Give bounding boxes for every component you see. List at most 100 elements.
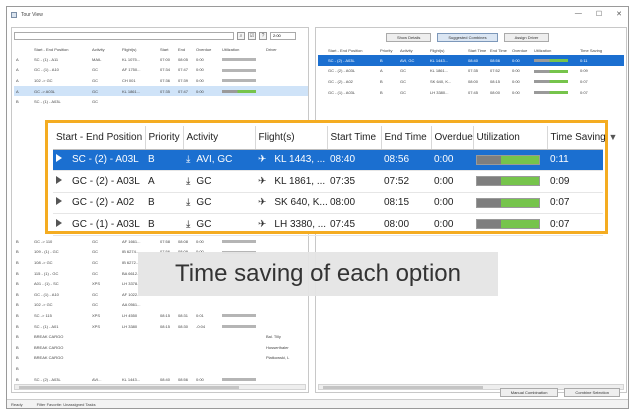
- table-cell: [176, 300, 194, 311]
- right-col-header-4[interactable]: Flight(s): [428, 45, 466, 55]
- zoomed-row[interactable]: GC - (2) - A02 B ⤓ GC ✈ SK 640, K... 08:00 08:1…: [53, 192, 603, 214]
- expand-arrow-icon[interactable]: [56, 218, 62, 227]
- flights-text: LH 3380, ...: [274, 218, 327, 230]
- table-cell: GC: [92, 99, 98, 105]
- header-position[interactable]: Start - End Position: [53, 126, 145, 150]
- table-row[interactable]: B 102 -> GC GC AA 0561...: [14, 300, 308, 311]
- table-row[interactable]: B BREAK CARGO Bal. Tilly: [14, 331, 308, 342]
- scrollbar-thumb[interactable]: [19, 386, 239, 389]
- header-end-time[interactable]: End Time: [380, 126, 431, 150]
- utilization-bar: [534, 69, 568, 73]
- table-row[interactable]: B GC -> 110 GC AF 1661... 07:58 08:08 0:00: [14, 236, 308, 247]
- header-time-saving-label: Time Saving: [550, 131, 606, 143]
- table-cell: [158, 342, 176, 353]
- table-row[interactable]: B SC -> 115 XPS LH 4550 08:15 08:31 0:01: [14, 310, 308, 321]
- table-cell: [532, 87, 578, 98]
- minimize-button[interactable]: —: [575, 10, 582, 18]
- table-cell: AF 1661...: [122, 238, 141, 244]
- table-cell: B: [16, 334, 19, 340]
- right-col-header-6[interactable]: End Time: [488, 45, 510, 55]
- right-col-header-3[interactable]: Activity: [398, 45, 428, 55]
- cell-end-time: 08:00: [381, 213, 431, 236]
- left-col-header-2[interactable]: Activity: [90, 44, 120, 54]
- left-col-header-1[interactable]: Start - End Position: [32, 44, 90, 54]
- left-col-header-6[interactable]: Overdue: [194, 44, 220, 54]
- table-row[interactable]: B SC - (1) - A03L GC: [14, 96, 308, 107]
- maximize-button[interactable]: ☐: [596, 10, 602, 18]
- header-utilization[interactable]: Utilization: [472, 126, 547, 150]
- right-col-header-1[interactable]: Start - End Position: [326, 45, 378, 55]
- time-window-input[interactable]: [270, 31, 296, 40]
- right-col-header-7[interactable]: Overdue: [510, 45, 532, 55]
- header-flights[interactable]: Flight(s): [254, 126, 327, 150]
- header-activity[interactable]: Activity: [182, 126, 255, 150]
- table-row[interactable]: B BREAK CARGO Piatkowski, L: [14, 353, 308, 364]
- sort-filter-icon[interactable]: ▼: [609, 132, 618, 142]
- close-button[interactable]: ✕: [616, 10, 622, 18]
- right-col-header-2[interactable]: Priority: [378, 45, 398, 55]
- expand-arrow-icon[interactable]: [56, 197, 62, 206]
- cell-activity: ⤓ GC: [183, 213, 255, 236]
- table-row[interactable]: A GC -> A03L GC KL 1861... 07:35 07:47 0:00: [14, 85, 308, 97]
- expand-arrow-icon[interactable]: [56, 175, 62, 184]
- manual-combination-button[interactable]: Manual Combination: [499, 388, 559, 397]
- zoomed-row[interactable]: SC - (2) - A03L B ⤓ AVI, GC ✈ KL 1443, ... 08:…: [53, 149, 603, 171]
- table-cell: B: [16, 270, 19, 276]
- table-row[interactable]: A SC - (1) - A11 MAIL KL 1075... 07:00 08:05 0…: [14, 54, 308, 65]
- right-col-header-8[interactable]: Utilization: [532, 45, 578, 55]
- table-cell: 07:58: [160, 238, 171, 244]
- left-col-header-3[interactable]: Flight(s): [120, 44, 158, 54]
- cell-flights: ✈ KL 1861, ...: [255, 170, 327, 193]
- combine-selection-button[interactable]: Combine Selection: [564, 388, 620, 397]
- table-cell: GC: [92, 67, 98, 73]
- right-col-header-0[interactable]: [318, 45, 326, 55]
- table-cell: 08:00: [468, 78, 479, 84]
- help-icon[interactable]: ?: [259, 31, 267, 40]
- left-col-header-0[interactable]: [14, 44, 32, 54]
- checkbox-icon[interactable]: ☑: [248, 31, 256, 40]
- table-cell: 07:36: [160, 77, 171, 83]
- table-cell: 07:39: [178, 77, 189, 83]
- suggestion-row[interactable]: SC - (2) - A03L B AVI, GC KL 1443... 08:40 08…: [318, 55, 624, 66]
- right-col-header-5[interactable]: Start Time: [466, 45, 488, 55]
- header-priority[interactable]: Priority: [144, 126, 183, 150]
- magnifier-icon[interactable]: ⌕: [237, 31, 245, 40]
- table-cell: 07:45: [468, 89, 479, 95]
- header-start-time[interactable]: Start Time: [326, 126, 381, 150]
- header-overdue[interactable]: Overdue: [430, 126, 473, 150]
- cell-position: GC - (2) - A03L: [53, 170, 145, 193]
- table-cell: MAIL: [92, 56, 102, 62]
- cell-overdue: 0:00: [431, 149, 473, 171]
- cell-time-saving: 0:07: [547, 213, 603, 236]
- table-cell: [176, 363, 194, 374]
- cell-overdue: 0:00: [431, 213, 473, 236]
- table-row[interactable]: B SC - (1) - A01 XPS LH 3380 08:15 08:30 -0:04: [14, 321, 308, 332]
- horizontal-scrollbar[interactable]: [14, 384, 306, 390]
- cell-start-time: 08:40: [327, 149, 381, 171]
- suggestion-row[interactable]: GC - (1) - A03L B GC LH 3380... 07:45 08:00 0:…: [318, 87, 624, 98]
- toolbar-button-assign-driver[interactable]: Assign Driver: [503, 33, 550, 42]
- suggestion-row[interactable]: GC - (2) - A03L A GC KL 1861... 07:35 07:52 0:…: [318, 66, 624, 77]
- toolbar-button-suggested-combines[interactable]: Suggested Combines: [437, 33, 498, 42]
- right-col-header-9[interactable]: Time Saving: [578, 45, 624, 55]
- left-col-header-8[interactable]: Driver: [264, 44, 308, 54]
- zoomed-row[interactable]: GC - (1) - A03L B ⤓ GC ✈ LH 3380, ... 07:45 08:…: [53, 213, 603, 236]
- left-col-header-5[interactable]: End: [176, 44, 194, 54]
- table-row[interactable]: B BREAK CARGO Hosserthaler: [14, 342, 308, 353]
- cell-flights: ✈ SK 640, K...: [255, 192, 327, 214]
- suggestion-row[interactable]: GC - (2) - A02 B GC SK 640, K... 08:00 08:15 0…: [318, 76, 624, 87]
- expand-arrow-icon[interactable]: [56, 154, 62, 163]
- table-cell: 0:09: [580, 68, 588, 74]
- table-row[interactable]: B: [14, 363, 308, 374]
- left-col-header-7[interactable]: Utilization: [220, 44, 264, 54]
- table-row[interactable]: A GC - (1) - A10 GC AF 1750... 07:34 07:47 0:0…: [14, 65, 308, 76]
- zoomed-row[interactable]: GC - (2) - A03L A ⤓ GC ✈ KL 1861, ... 07:35 07:…: [53, 170, 603, 193]
- left-col-header-4[interactable]: Start: [158, 44, 176, 54]
- table-row[interactable]: A 102 -> GC GC CH 001 07:36 07:39 0:00: [14, 75, 308, 86]
- table-row[interactable]: B SC - (2) - A03L AVI... KL 1443... 08:40 08:…: [14, 374, 308, 385]
- toolbar-button-show-details[interactable]: Show Details: [386, 33, 432, 42]
- table-cell: [264, 363, 308, 374]
- header-time-saving[interactable]: Time Saving ▼: [546, 126, 617, 150]
- scrollbar-thumb-right[interactable]: [323, 386, 483, 389]
- search-input[interactable]: [14, 31, 234, 40]
